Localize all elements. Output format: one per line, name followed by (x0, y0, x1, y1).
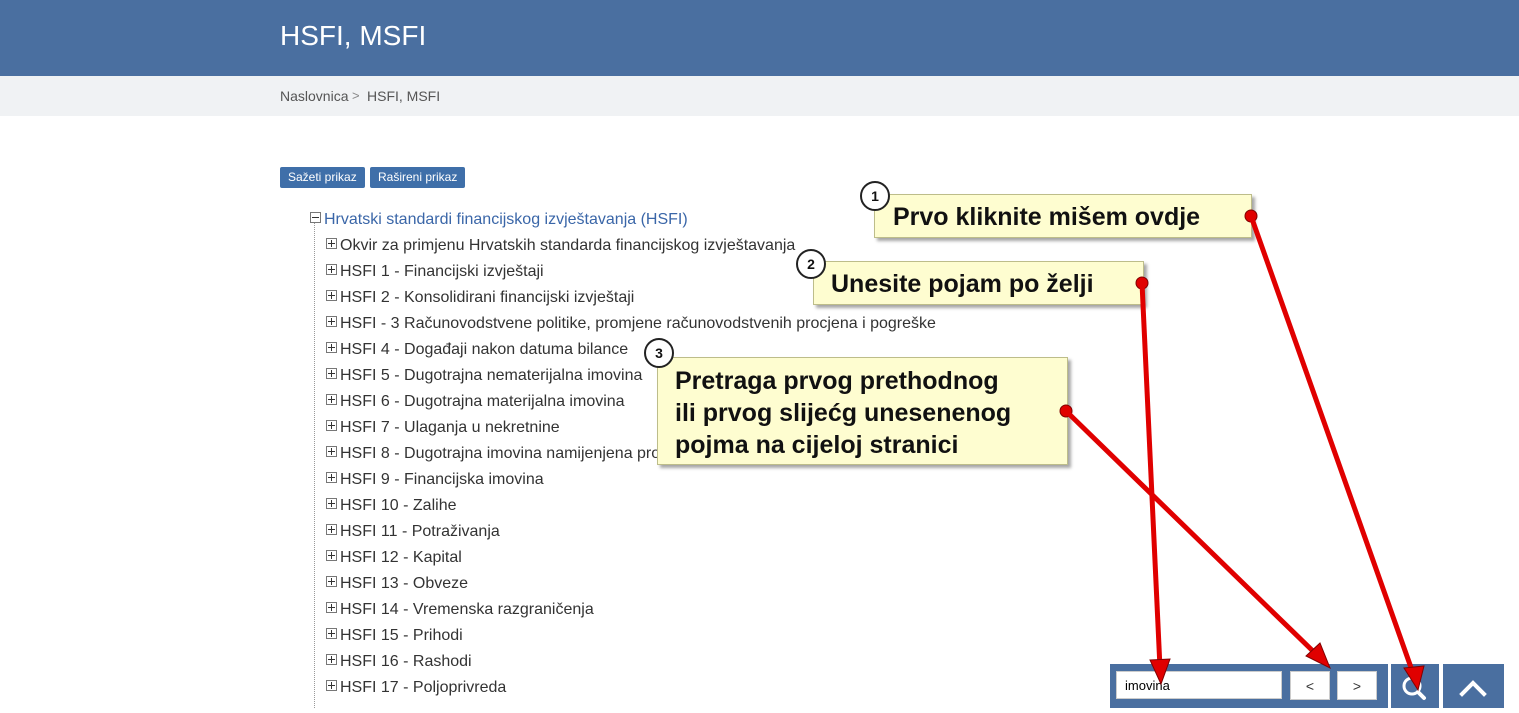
annotation-arrows (1059, 209, 1425, 692)
arrow-to-search-input (1135, 276, 1171, 686)
arrow-to-search-button (1244, 209, 1425, 692)
arrow-to-search-nav (1059, 404, 1331, 670)
